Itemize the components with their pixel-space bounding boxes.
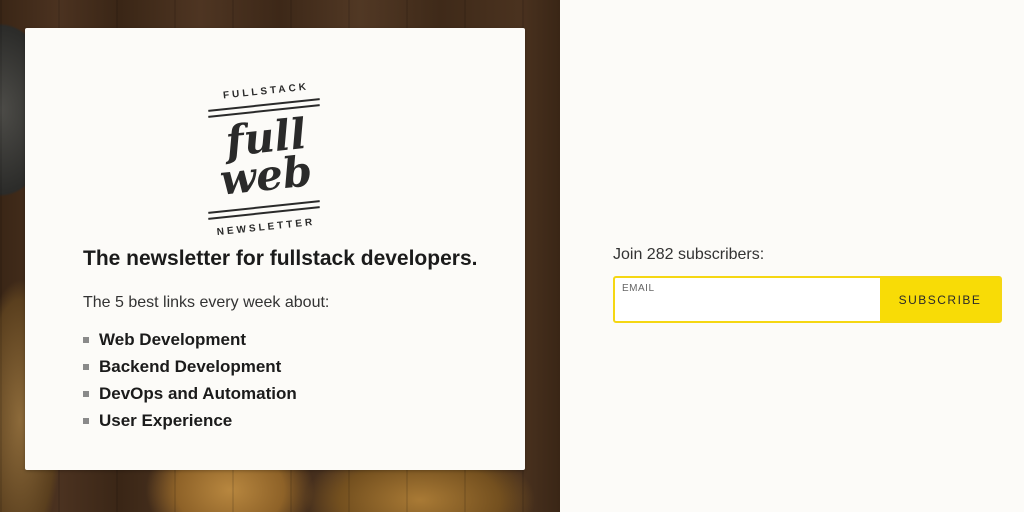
list-item: Backend Development — [83, 353, 297, 380]
list-item: DevOps and Automation — [83, 380, 297, 407]
subscriber-count: Join 282 subscribers: — [613, 246, 765, 263]
logo-word-web: web — [217, 146, 315, 205]
subscribe-button[interactable]: SUBSCRIBE — [880, 278, 1000, 321]
newsletter-card: FULLSTACK full web NEWSLETTER The newsle… — [25, 28, 525, 470]
subscribe-form: EMAIL SUBSCRIBE — [613, 276, 1002, 323]
list-item: Web Development — [83, 326, 297, 353]
subtitle: The 5 best links every week about: — [83, 294, 330, 311]
fullweb-logo: FULLSTACK full web NEWSLETTER — [208, 80, 324, 242]
list-item: User Experience — [83, 407, 297, 434]
email-field[interactable] — [615, 278, 880, 321]
email-field-wrapper: EMAIL — [615, 278, 880, 321]
page-title: The newsletter for fullstack developers. — [83, 247, 478, 270]
topic-list: Web Development Backend Development DevO… — [83, 326, 297, 434]
logo-bottom-text: NEWSLETTER — [216, 216, 316, 239]
